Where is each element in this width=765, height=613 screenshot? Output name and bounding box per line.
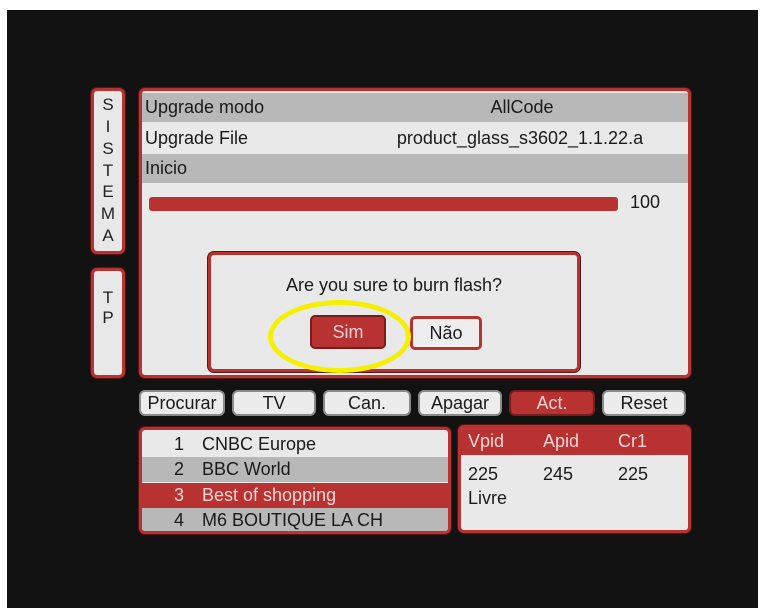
- upgrade-file-value: product_glass_s3602_1.1.22.a: [396, 128, 644, 148]
- apid-value: 245: [543, 464, 574, 484]
- channel-number: 1: [174, 434, 185, 454]
- cr1-value: 225: [618, 464, 649, 484]
- channel-name: CNBC Europe: [202, 434, 317, 454]
- reset-button[interactable]: Reset: [602, 390, 686, 416]
- vpid-header: Vpid: [468, 431, 505, 451]
- channel-number: 3: [174, 485, 185, 505]
- confirm-no-button[interactable]: Não: [410, 316, 482, 350]
- sidebar-letter: A: [102, 226, 114, 246]
- channel-status: Livre: [468, 488, 508, 508]
- channel-row-selected[interactable]: 3 Best of shopping: [142, 483, 448, 508]
- channel-list: 1 CNBC Europe 2 BBC World 3 Best of shop…: [139, 427, 451, 534]
- channel-name: Best of shopping: [202, 485, 337, 505]
- upgrade-file-row[interactable]: Upgrade File product_glass_s3602_1.1.22.…: [142, 124, 688, 153]
- pid-info-panel: Vpid Apid Cr1 225 245 225 Livre: [458, 425, 691, 533]
- upgrade-mode-value: AllCode: [490, 97, 554, 117]
- highlight-ring: [268, 300, 411, 373]
- channel-row[interactable]: 2 BBC World: [142, 457, 448, 482]
- channel-button[interactable]: Can.: [323, 390, 411, 416]
- pid-header: Vpid Apid Cr1: [461, 428, 688, 455]
- sidebar-tab-sistema[interactable]: S I S T E M A: [91, 88, 125, 254]
- dialog-message: Are you sure to burn flash?: [285, 275, 503, 295]
- channel-row[interactable]: 4 M6 BOUTIQUE LA CH: [142, 508, 448, 531]
- progress-bar: [149, 197, 618, 211]
- sidebar-letter: P: [102, 308, 114, 327]
- progress-value: 100: [630, 192, 661, 212]
- start-row[interactable]: Inicio: [142, 154, 688, 183]
- upgrade-mode-row[interactable]: Upgrade modo AllCode: [142, 93, 688, 122]
- tv-button[interactable]: TV: [232, 390, 316, 416]
- start-label: Inicio: [145, 158, 188, 178]
- channel-number: 4: [174, 510, 185, 530]
- sidebar-tab-tp[interactable]: T P: [91, 268, 125, 378]
- search-button[interactable]: Procurar: [139, 390, 225, 416]
- apid-header: Apid: [543, 431, 580, 451]
- cr1-header: Cr1: [618, 431, 648, 451]
- update-button[interactable]: Act.: [509, 390, 595, 416]
- channel-name: M6 BOUTIQUE LA CH: [202, 510, 384, 530]
- upgrade-file-label: Upgrade File: [145, 128, 249, 148]
- channel-name: BBC World: [202, 459, 291, 479]
- delete-button[interactable]: Apagar: [418, 390, 502, 416]
- channel-number: 2: [174, 459, 185, 479]
- upgrade-mode-label: Upgrade modo: [145, 97, 265, 117]
- channel-row[interactable]: 1 CNBC Europe: [142, 432, 448, 457]
- vpid-value: 225: [468, 464, 499, 484]
